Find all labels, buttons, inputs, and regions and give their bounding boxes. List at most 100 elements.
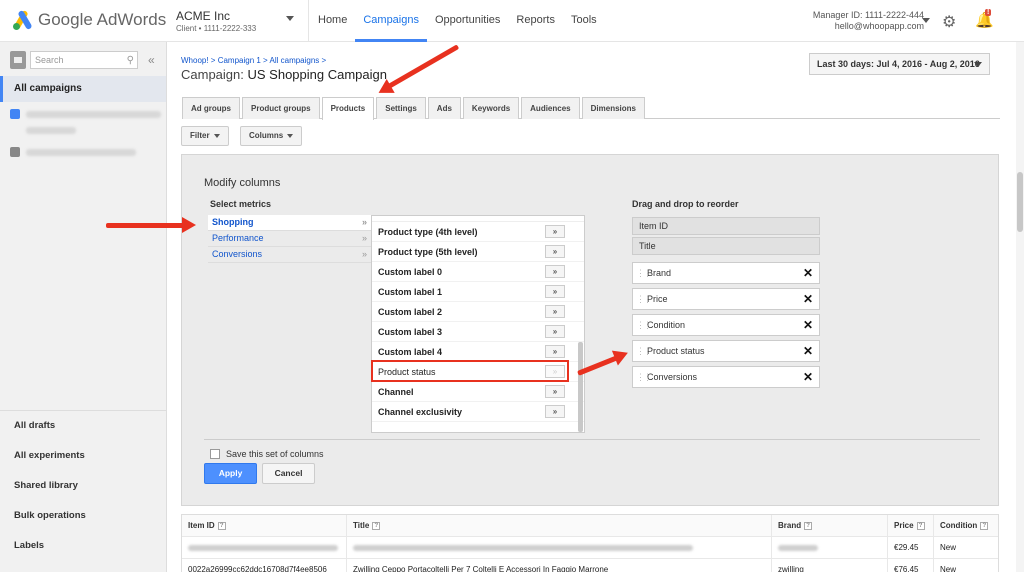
column-header-condition[interactable]: Condition?	[934, 515, 998, 536]
add-metric-button[interactable]: »	[545, 405, 565, 418]
column-header-price[interactable]: Price?	[888, 515, 934, 536]
sidebar-campaign-item[interactable]	[10, 127, 76, 134]
adwords-logo-icon	[12, 9, 33, 31]
notification-badge: !	[985, 9, 992, 16]
remove-column-icon[interactable]: ✕	[803, 341, 813, 361]
columns-button[interactable]: Columns	[240, 126, 303, 146]
drag-handle-icon[interactable]: ⋮⋮	[636, 263, 652, 283]
cancel-button[interactable]: Cancel	[262, 463, 315, 484]
save-columns-checkbox[interactable]	[210, 449, 220, 459]
selected-column-conversions[interactable]: ⋮⋮ Conversions ✕	[632, 366, 820, 388]
account-caret-icon[interactable]	[286, 16, 294, 21]
selected-column-product-status[interactable]: ⋮⋮ Product status ✕	[632, 340, 820, 362]
column-header-brand[interactable]: Brand?	[772, 515, 888, 536]
search-placeholder: Search	[35, 55, 64, 65]
metric-item: Custom label 3»	[372, 322, 584, 342]
nav-home[interactable]: Home	[310, 0, 355, 42]
top-bar: Google AdWords ACME Inc Client • 1111-22…	[0, 0, 1024, 42]
tab-products[interactable]: Products	[321, 97, 375, 120]
metric-item: Product type (5th level)»	[372, 242, 584, 262]
drag-handle-icon[interactable]: ⋮⋮	[636, 315, 652, 335]
add-metric-button[interactable]: »	[545, 305, 565, 318]
chevron-right-icon: »	[361, 217, 367, 227]
sidebar-campaign-item[interactable]	[10, 109, 161, 119]
campaign-name: US Shopping Campaign	[247, 67, 387, 82]
metric-item: Custom label 4»	[372, 342, 584, 362]
metric-list-scrollbar[interactable]	[578, 342, 583, 432]
nav-campaigns[interactable]: Campaigns	[355, 0, 427, 42]
breadcrumb[interactable]: Whoop! > Campaign 1 > All campaigns >	[181, 56, 326, 65]
help-icon[interactable]: ?	[804, 521, 813, 530]
manager-account[interactable]: Manager ID: 1111-2222-444 hello@whoopapp…	[813, 10, 924, 32]
add-metric-button[interactable]: »	[545, 325, 565, 338]
sidebar-item-all-drafts[interactable]: All drafts	[0, 411, 166, 441]
help-icon[interactable]: ?	[980, 521, 989, 530]
search-input[interactable]: Search ⚲	[30, 51, 138, 69]
remove-column-icon[interactable]: ✕	[803, 263, 813, 283]
tab-audiences[interactable]: Audiences	[521, 97, 580, 119]
category-performance[interactable]: Performance »	[208, 231, 373, 247]
help-icon[interactable]: ?	[372, 521, 381, 530]
tab-ad-groups[interactable]: Ad groups	[182, 97, 240, 119]
category-shopping[interactable]: Shopping »	[208, 215, 373, 231]
column-header-item-id[interactable]: Item ID?	[182, 515, 347, 536]
metric-item: Custom label 0»	[372, 262, 584, 282]
add-metric-button[interactable]: »	[545, 265, 565, 278]
annotation-arrow-shopping	[106, 217, 196, 233]
save-columns-row[interactable]: Save this set of columns	[210, 449, 324, 459]
help-icon[interactable]: ?	[217, 521, 226, 530]
drag-handle-icon[interactable]: ⋮⋮	[636, 367, 652, 387]
tab-settings[interactable]: Settings	[376, 97, 426, 119]
tab-ads[interactable]: Ads	[427, 97, 461, 119]
sidebar-item-shared-library[interactable]: Shared library	[0, 471, 166, 501]
add-metric-button[interactable]: »	[545, 225, 565, 238]
manager-caret-icon[interactable]	[922, 18, 930, 23]
remove-column-icon[interactable]: ✕	[803, 289, 813, 309]
page-scrollbar[interactable]	[1016, 42, 1024, 572]
nav-reports[interactable]: Reports	[508, 0, 563, 42]
scrollbar-thumb[interactable]	[1017, 172, 1023, 232]
selected-column-condition[interactable]: ⋮⋮ Condition ✕	[632, 314, 820, 336]
collapse-sidebar-button[interactable]: «	[148, 53, 155, 67]
sidebar-tools: Search ⚲ «	[10, 51, 155, 69]
selected-column-brand[interactable]: ⋮⋮ Brand ✕	[632, 262, 820, 284]
sidebar-campaign-item[interactable]	[10, 147, 136, 157]
date-range-selector[interactable]: Last 30 days: Jul 4, 2016 - Aug 2, 2016	[809, 53, 990, 75]
redacted-campaign-name	[26, 148, 136, 156]
adwords-logo[interactable]: Google AdWords	[12, 9, 166, 31]
add-metric-button[interactable]: »	[545, 385, 565, 398]
account-selector[interactable]: ACME Inc Client • 1111-2222-333	[176, 9, 256, 33]
tab-dimensions[interactable]: Dimensions	[581, 97, 645, 119]
remove-column-icon[interactable]: ✕	[803, 315, 813, 335]
selected-column-price[interactable]: ⋮⋮ Price ✕	[632, 288, 820, 310]
nav-opportunities[interactable]: Opportunities	[427, 0, 508, 42]
sidebar-item-bulk-operations[interactable]: Bulk operations	[0, 501, 166, 531]
sidebar-item-all-campaigns[interactable]: All campaigns	[0, 76, 166, 102]
cell-brand: zwilling	[772, 559, 888, 572]
folder-icon[interactable]	[10, 51, 26, 69]
drag-handle-icon[interactable]: ⋮⋮	[636, 341, 652, 361]
gear-icon[interactable]: ⚙	[942, 12, 956, 32]
filter-button[interactable]: Filter	[181, 126, 229, 146]
help-icon[interactable]: ?	[916, 521, 925, 530]
tab-keywords[interactable]: Keywords	[462, 97, 520, 119]
drag-handle-icon[interactable]: ⋮⋮	[636, 289, 652, 309]
add-metric-button[interactable]: »	[545, 345, 565, 358]
apply-button[interactable]: Apply	[204, 463, 257, 484]
sidebar-item-labels[interactable]: Labels	[0, 531, 166, 561]
tab-product-groups[interactable]: Product groups	[242, 97, 320, 119]
metric-list[interactable]: Product type (4th level)» Product type (…	[371, 215, 585, 433]
remove-column-icon[interactable]: ✕	[803, 367, 813, 387]
add-metric-button[interactable]: »	[545, 285, 565, 298]
add-metric-button[interactable]: »	[545, 245, 565, 258]
cell-title	[347, 537, 772, 558]
category-conversions[interactable]: Conversions »	[208, 247, 373, 263]
table-row[interactable]: €29.45 New	[182, 537, 998, 559]
table-row[interactable]: 0022a26999cc62ddc16708d7f4ee8506 Zwillin…	[182, 559, 998, 572]
sidebar-item-all-experiments[interactable]: All experiments	[0, 441, 166, 471]
account-client-id: Client • 1111-2222-333	[176, 24, 257, 33]
column-header-title[interactable]: Title?	[347, 515, 772, 536]
product-status-highlight	[371, 360, 569, 382]
cell-item-id	[182, 537, 347, 558]
nav-tools[interactable]: Tools	[563, 0, 605, 42]
